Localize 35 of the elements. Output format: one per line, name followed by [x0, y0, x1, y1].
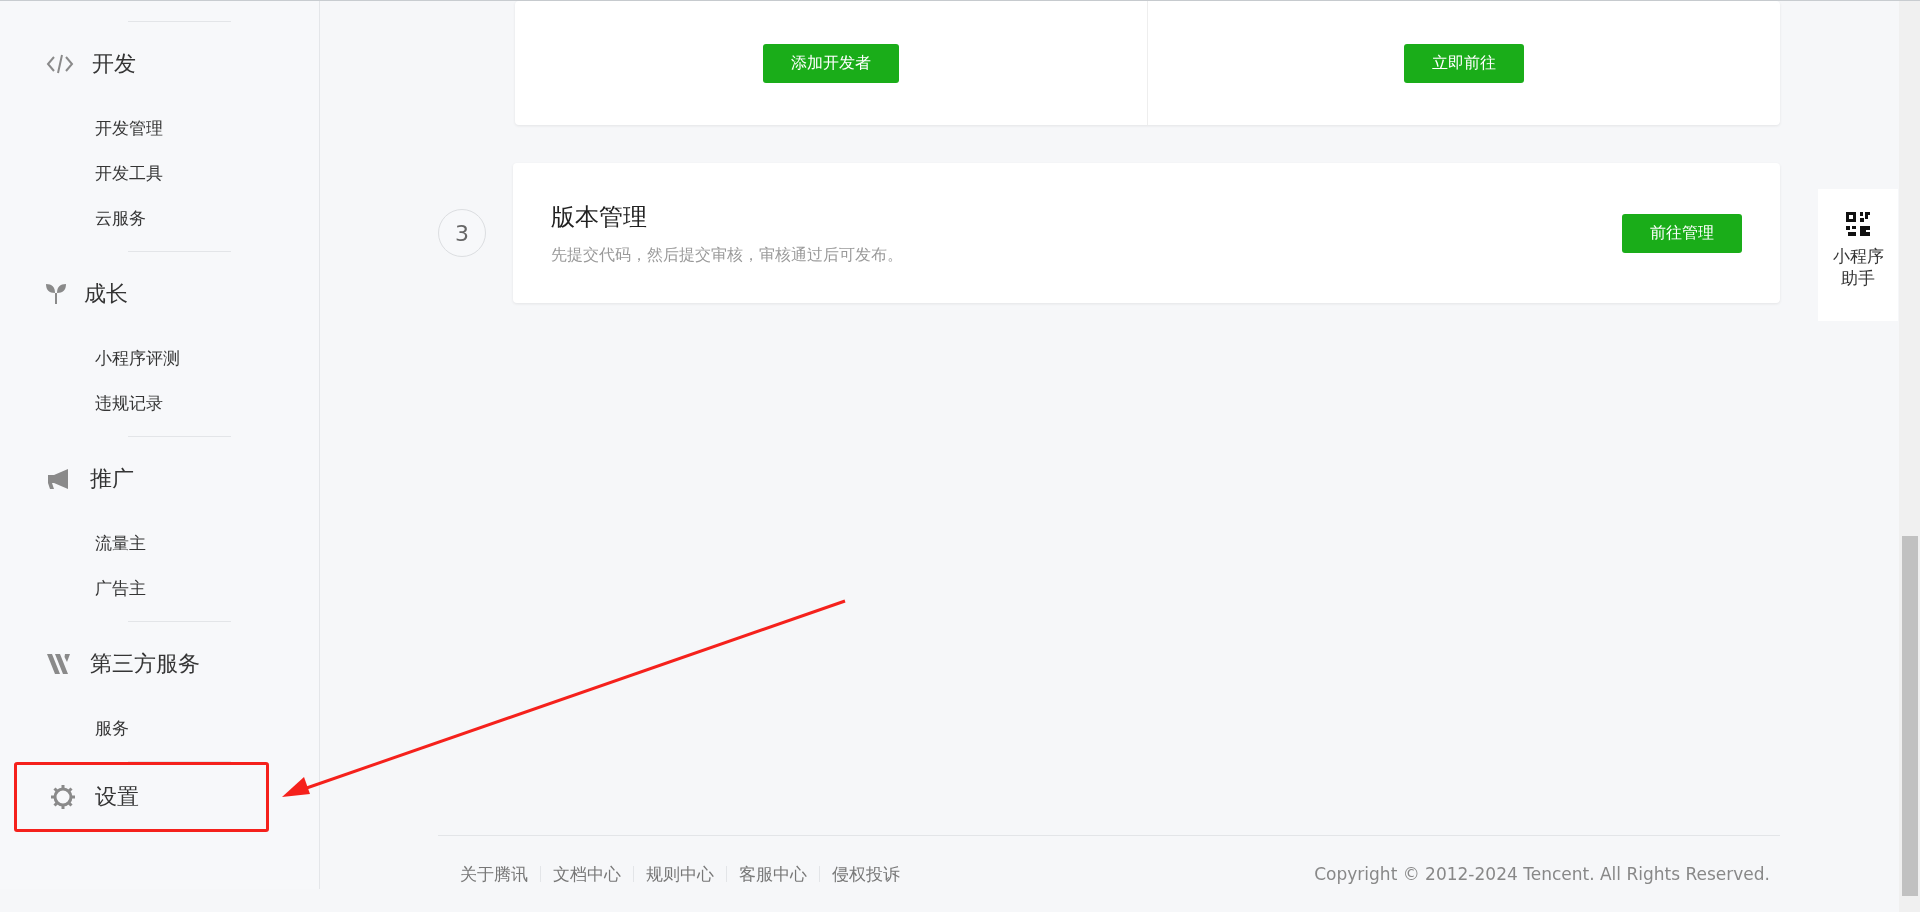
nav-item[interactable]: 违规记录 [0, 381, 319, 426]
nav-section[interactable]: 推广 [0, 437, 319, 521]
step-description: 先提交代码，然后提交审核，审核通过后可发布。 [551, 244, 904, 266]
nav-item[interactable]: 云服务 [0, 196, 319, 241]
nav-section[interactable]: 开发 [0, 22, 319, 106]
footer-link[interactable]: 关于腾讯 [448, 866, 540, 882]
copyright-text: Copyright © 2012-2024 Tencent. All Rights Reserved. [1314, 864, 1770, 884]
double-x-icon [46, 653, 72, 675]
footer-link[interactable]: 客服中心 [726, 866, 819, 882]
nav-item[interactable]: 服务 [0, 706, 319, 751]
nav-item[interactable]: 开发管理 [0, 106, 319, 151]
assistant-panel[interactable]: 小程序助手 [1818, 189, 1898, 321]
nav-section-title: 第三方服务 [90, 650, 200, 678]
scrollbar[interactable] [1899, 1, 1920, 912]
footer-link[interactable]: 文档中心 [540, 866, 633, 882]
nav-section-title: 开发 [92, 50, 136, 78]
footer-link[interactable]: 侵权投诉 [819, 866, 912, 882]
step-title: 版本管理 [551, 201, 648, 233]
qr-code-icon [1845, 211, 1871, 237]
nav-item[interactable]: 广告主 [0, 566, 319, 611]
assistant-label: 小程序助手 [1831, 245, 1885, 290]
nav-section-title: 设置 [95, 783, 139, 811]
sprout-icon [46, 284, 66, 304]
code-icon [46, 53, 74, 75]
nav-item[interactable]: 开发工具 [0, 151, 319, 196]
highlighted-nav-section[interactable]: 设置 [14, 762, 269, 832]
nav-section[interactable]: 第三方服务 [0, 622, 319, 706]
nav-section-title: 成长 [84, 280, 128, 308]
step-number: 3 [438, 209, 486, 257]
nav-item[interactable]: 小程序评测 [0, 336, 319, 381]
nav-item[interactable]: 流量主 [0, 521, 319, 566]
nav-section-title: 推广 [90, 465, 134, 493]
footer-link[interactable]: 规则中心 [633, 866, 726, 882]
settings-icon [49, 783, 77, 811]
nav-section[interactable]: 成长 [0, 252, 319, 336]
